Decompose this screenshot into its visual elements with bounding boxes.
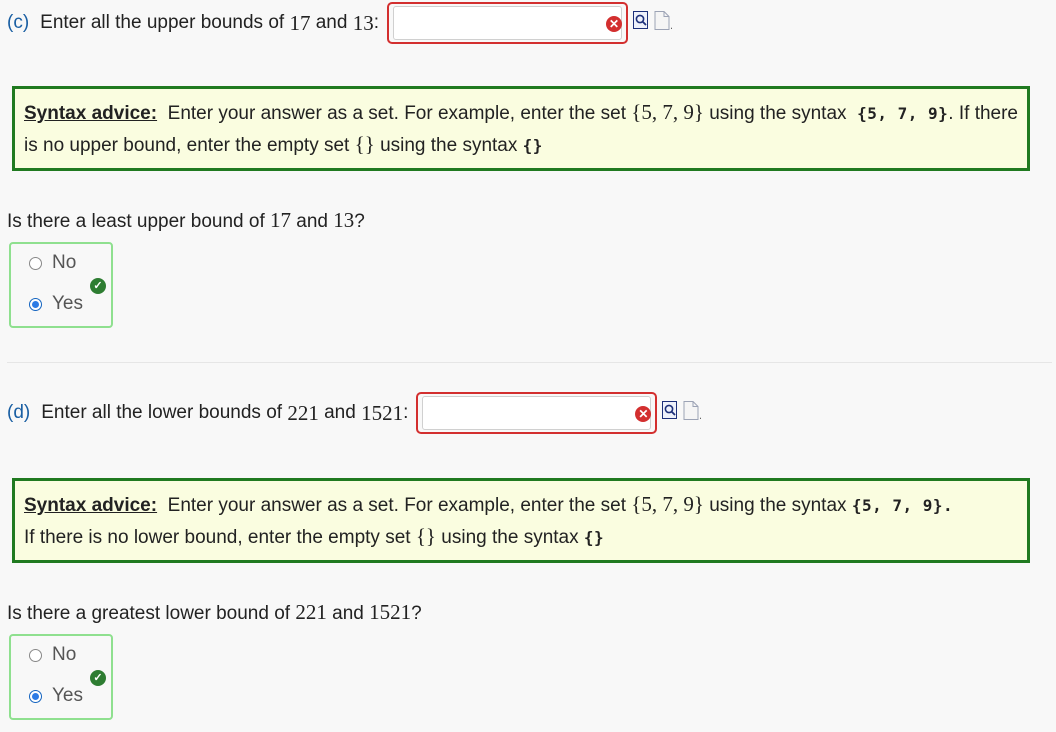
syntax-advice-label: Syntax advice: <box>24 495 158 516</box>
part-c-prompt: (c) Enter all the upper bounds of 17 and… <box>7 2 673 44</box>
upper-bounds-input[interactable] <box>393 6 622 40</box>
number: 13 <box>352 10 374 35</box>
radio-option-yes[interactable]: Yes <box>29 293 83 315</box>
number: 221 <box>287 400 319 425</box>
advice-text: using the syntax <box>380 135 518 156</box>
check-icon: ✓ <box>90 670 106 686</box>
section-divider <box>7 362 1052 363</box>
number: 1521 <box>369 600 412 624</box>
radio-button-selected[interactable] <box>29 689 42 703</box>
radio-button[interactable] <box>29 648 42 662</box>
radio-group: No Yes ✓ <box>9 242 113 328</box>
advice-text: If there is no lower bound, enter the em… <box>24 527 411 548</box>
part-d-question: Is there a greatest lower bound of 221 a… <box>7 600 422 625</box>
number: 13 <box>333 208 355 232</box>
error-x-icon: ✕ <box>606 16 622 32</box>
question-conj: and <box>332 603 364 624</box>
syntax-advice-box: Syntax advice: Enter your answer as a se… <box>12 478 1030 563</box>
syntax-code: {5, 7, 9} <box>857 104 949 123</box>
number: 221 <box>295 600 327 624</box>
question-mark: ? <box>354 211 365 232</box>
answer-field-wrapper: ✕ <box>387 2 628 44</box>
prompt-colon: : <box>373 12 379 33</box>
svg-text:.: . <box>699 408 701 420</box>
radio-label: Yes <box>52 685 83 706</box>
svg-text:.: . <box>670 18 672 30</box>
part-label: (d) <box>7 402 31 423</box>
advice-text: using the syntax <box>441 527 579 548</box>
preview-magnifier-icon[interactable] <box>633 10 649 36</box>
radio-label: No <box>52 644 77 665</box>
part-c-question: Is there a least upper bound of 17 and 1… <box>7 208 365 233</box>
document-icon[interactable]: . <box>654 10 673 36</box>
example-set: {5, 7, 9} <box>631 492 704 516</box>
number: 17 <box>289 10 311 35</box>
check-icon: ✓ <box>90 278 106 294</box>
advice-text: Enter your answer as a set. For example,… <box>167 495 626 516</box>
radio-option-yes[interactable]: Yes <box>29 685 83 707</box>
syntax-code: {5, 7, 9}. <box>851 496 954 515</box>
empty-set: {} <box>354 132 375 156</box>
advice-text: Enter your answer as a set. For example,… <box>167 103 626 124</box>
prompt-text: Enter all the lower bounds of <box>41 402 283 423</box>
advice-text: using the syntax <box>709 495 847 516</box>
syntax-code: {} <box>583 528 605 547</box>
example-set: {5, 7, 9} <box>631 100 704 124</box>
part-d-prompt: (d) Enter all the lower bounds of 221 an… <box>7 392 703 434</box>
radio-label: No <box>52 252 77 273</box>
radio-group: No Yes ✓ <box>9 634 113 720</box>
number: 1521 <box>361 400 404 425</box>
prompt-conj: and <box>315 12 348 33</box>
prompt-text: Enter all the upper bounds of <box>40 12 285 33</box>
question-conj: and <box>296 211 328 232</box>
syntax-advice-label: Syntax advice: <box>24 103 158 124</box>
radio-button-selected[interactable] <box>29 297 42 311</box>
number: 17 <box>270 208 292 232</box>
preview-magnifier-icon[interactable] <box>662 400 678 426</box>
syntax-advice-box: Syntax advice: Enter your answer as a se… <box>12 86 1030 171</box>
part-label: (c) <box>7 12 30 33</box>
prompt-colon: : <box>403 402 409 423</box>
question-mark: ? <box>411 603 422 624</box>
radio-option-no[interactable]: No <box>29 252 76 274</box>
radio-button[interactable] <box>29 256 42 270</box>
radio-label: Yes <box>52 293 83 314</box>
document-icon[interactable]: . <box>683 400 703 426</box>
empty-set: {} <box>415 524 437 548</box>
question-text: Is there a greatest lower bound of <box>7 603 291 624</box>
answer-field-wrapper: ✕ <box>416 392 658 434</box>
radio-option-no[interactable]: No <box>29 644 76 666</box>
advice-text: using the syntax <box>709 103 847 124</box>
syntax-code: {} <box>522 136 543 155</box>
question-text: Is there a least upper bound of <box>7 211 265 232</box>
lower-bounds-input[interactable] <box>422 396 652 430</box>
prompt-conj: and <box>324 402 356 423</box>
